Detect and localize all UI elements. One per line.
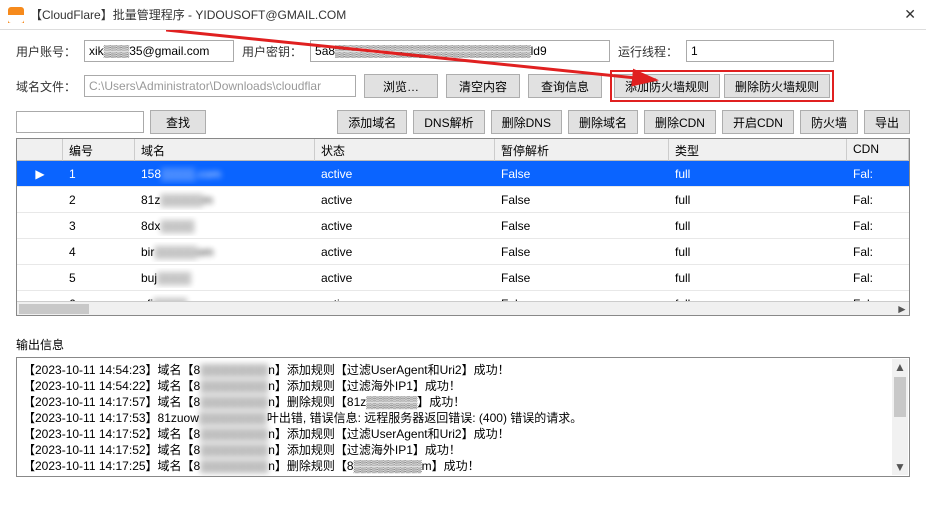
cell-cdn: Fal: [847,268,909,288]
scroll-right-icon[interactable]: ► [895,302,909,316]
row-indicator [17,197,63,203]
col-paused[interactable]: 暂停解析 [495,139,669,161]
add-domain-button[interactable]: 添加域名 [337,110,407,134]
cell-cdn: Fal: [847,216,909,236]
cell-domain: buj▒▒▒▒ [135,268,315,288]
label-user-secret: 用户密钥： [242,43,302,60]
row-indicator [17,223,63,229]
scroll-up-icon[interactable]: ▲ [892,359,908,375]
cell-no: 4 [63,242,135,262]
table-row[interactable]: 5buj▒▒▒▒activeFalsefullFal: [17,265,909,291]
find-button[interactable]: 查找 [150,110,206,134]
row-indicator [17,249,63,255]
row-indicator: ▶ [17,164,63,184]
add-firewall-rule-button[interactable]: 添加防火墙规则 [614,74,720,98]
label-output-info: 输出信息 [16,336,926,353]
cell-paused: False [495,216,669,236]
cell-status: active [315,190,495,210]
cell-paused: False [495,190,669,210]
col-type[interactable]: 类型 [669,139,847,161]
domain-grid[interactable]: 编号 域名 状态 暂停解析 类型 CDN ▶1158▒▒▒▒.comactive… [16,138,910,316]
cell-no: 3 [63,216,135,236]
col-status[interactable]: 状态 [315,139,495,161]
row-indicator [17,275,63,281]
cell-domain: 158▒▒▒▒.com [135,164,315,184]
cell-type: full [669,216,847,236]
log-line: 【2023-10-11 14:17:53】81zuow▒▒▒▒▒▒▒▒叶出错, … [23,410,903,426]
label-user-account: 用户账号： [16,43,76,60]
browse-button[interactable]: 浏览… [364,74,438,98]
log-line: 【2023-10-11 14:54:22】域名【8▒▒▒▒▒▒▒▒n】添加规则【… [23,378,903,394]
col-cdn[interactable]: CDN [847,139,909,161]
col-domain[interactable]: 域名 [135,139,315,161]
label-domain-file: 域名文件： [16,78,76,95]
cell-status: active [315,164,495,184]
scroll-thumb[interactable] [894,377,906,417]
cell-paused: False [495,268,669,288]
clear-button[interactable]: 清空内容 [446,74,520,98]
cell-cdn: Fal: [847,242,909,262]
user-secret-input[interactable] [310,40,610,62]
cell-cdn: Fal: [847,164,909,184]
cell-status: active [315,216,495,236]
domain-file-input[interactable] [84,75,356,97]
open-cdn-button[interactable]: 开启CDN [722,110,794,134]
find-input[interactable] [16,111,144,133]
col-selector [17,139,63,161]
cell-no: 5 [63,268,135,288]
delete-firewall-rule-button[interactable]: 删除防火墙规则 [724,74,830,98]
cell-type: full [669,268,847,288]
cell-paused: False [495,242,669,262]
close-icon[interactable]: ✕ [904,6,916,23]
log-line: 【2023-10-11 14:54:23】域名【8▒▒▒▒▒▒▒▒n】添加规则【… [23,362,903,378]
table-row[interactable]: 4bir▒▒▒▒▒omactiveFalsefullFal: [17,239,909,265]
app-icon [8,7,24,23]
cell-no: 1 [63,164,135,184]
grid-horizontal-scrollbar[interactable]: ◄ ► [17,301,909,315]
output-vertical-scrollbar[interactable]: ▲ ▼ [892,359,908,475]
cell-type: full [669,164,847,184]
cell-domain: 8dx▒▒▒▒ [135,216,315,236]
cell-paused: False [495,164,669,184]
scroll-down-icon[interactable]: ▼ [892,459,908,475]
log-line: 【2023-10-11 14:17:52】域名【8▒▒▒▒▒▒▒▒n】添加规则【… [23,442,903,458]
cell-domain: 81z▒▒▒▒▒m [135,190,315,210]
cell-status: active [315,242,495,262]
export-button[interactable]: 导出 [864,110,910,134]
label-run-threads: 运行线程： [618,43,678,60]
firewall-rule-highlight: 添加防火墙规则 删除防火墙规则 [610,70,834,102]
cell-status: active [315,268,495,288]
cell-domain: bir▒▒▒▒▒om [135,242,315,262]
table-row[interactable]: 38dx▒▒▒▒activeFalsefullFal: [17,213,909,239]
cell-type: full [669,190,847,210]
delete-dns-button[interactable]: 删除DNS [491,110,562,134]
log-line: 【2023-10-11 14:17:25】域名【8▒▒▒▒▒▒▒▒n】删除规则【… [23,458,903,474]
delete-cdn-button[interactable]: 删除CDN [644,110,716,134]
run-threads-input[interactable] [686,40,834,62]
log-line: 【2023-10-11 14:17:57】域名【8▒▒▒▒▒▒▒▒n】删除规则【… [23,394,903,410]
dns-resolve-button[interactable]: DNS解析 [413,110,484,134]
cell-no: 2 [63,190,135,210]
query-button[interactable]: 查询信息 [528,74,602,98]
log-line: 【2023-10-11 14:17:52】域名【8▒▒▒▒▒▒▒▒n】添加规则【… [23,426,903,442]
delete-domain-button[interactable]: 删除域名 [568,110,638,134]
firewall-button[interactable]: 防火墙 [800,110,858,134]
table-row[interactable]: ▶1158▒▒▒▒.comactiveFalsefullFal: [17,161,909,187]
cell-type: full [669,242,847,262]
window-title: 【CloudFlare】批量管理程序 - YIDOUSOFT@GMAIL.COM [30,6,346,23]
output-log-box[interactable]: 【2023-10-11 14:54:23】域名【8▒▒▒▒▒▒▒▒n】添加规则【… [16,357,910,477]
col-no[interactable]: 编号 [63,139,135,161]
scroll-thumb[interactable] [19,304,89,314]
cell-cdn: Fal: [847,190,909,210]
user-account-input[interactable] [84,40,234,62]
table-row[interactable]: 281z▒▒▒▒▒mactiveFalsefullFal: [17,187,909,213]
